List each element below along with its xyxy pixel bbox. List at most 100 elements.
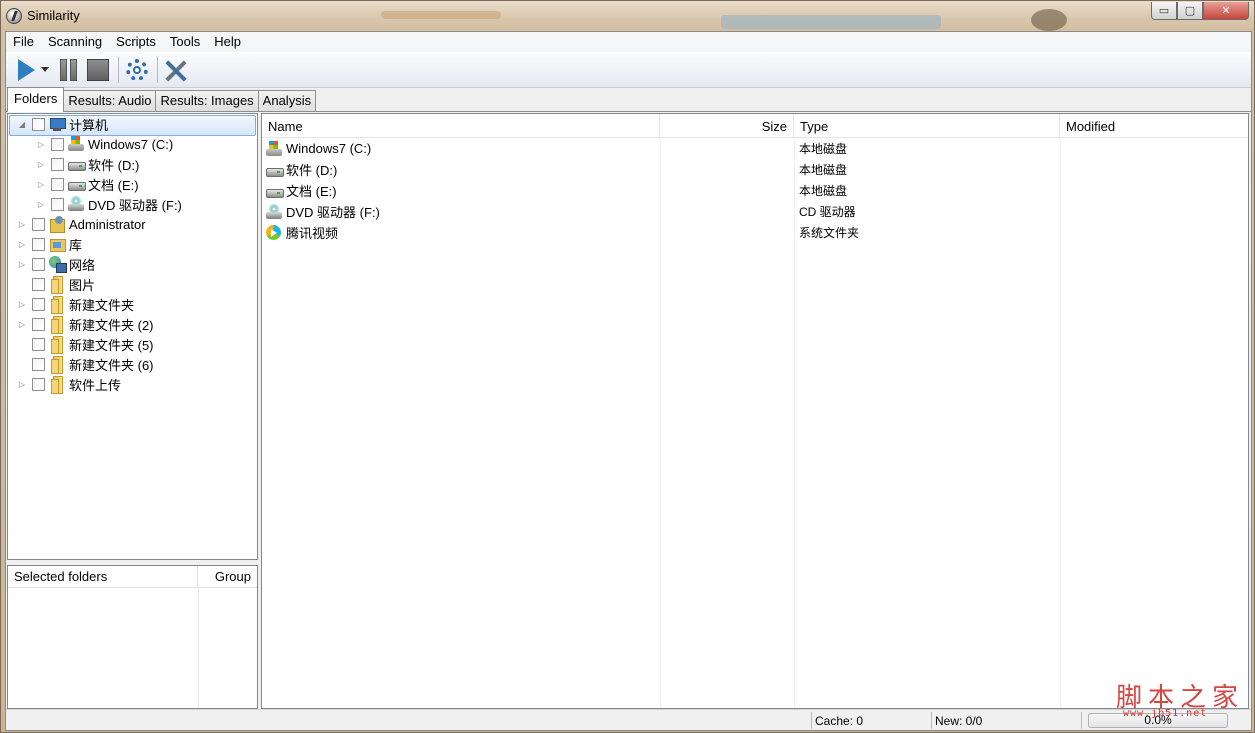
menu-help[interactable]: Help — [207, 32, 248, 52]
stop-icon — [87, 58, 109, 81]
tree-item-label: 计算机 — [69, 117, 109, 133]
list-item-name: 软件 (D:) — [286, 163, 338, 178]
column-header-group[interactable]: Group — [198, 566, 257, 587]
expand-arrow-icon[interactable]: ▷ — [36, 194, 46, 214]
toolbar — [6, 52, 1251, 88]
tree-item[interactable]: ◢ 计算机 — [8, 114, 257, 136]
tree-item[interactable]: ▷ 网络 — [8, 254, 257, 274]
list-item-name-cell: 腾讯视频 — [262, 223, 660, 242]
menu-scanning[interactable]: Scanning — [41, 32, 109, 52]
expand-arrow-icon[interactable]: ▷ — [17, 314, 27, 334]
drive-icon — [68, 156, 86, 172]
menu-tools[interactable]: Tools — [163, 32, 207, 52]
tree-item[interactable]: ▷ 软件上传 — [8, 374, 257, 394]
progress-text: 0.0% — [1144, 713, 1172, 727]
settings-button[interactable] — [123, 55, 151, 85]
minimize-button[interactable]: ▭ — [1151, 2, 1177, 20]
list-item[interactable]: DVD 驱动器 (F:) CD 驱动器 — [262, 201, 1248, 222]
dropdown-icon — [41, 67, 49, 72]
start-scan-button[interactable] — [12, 55, 40, 85]
list-item[interactable]: 腾讯视频 系统文件夹 — [262, 222, 1248, 243]
window-controls: ▭ ▢ ✕ — [1151, 2, 1249, 20]
windows-drive-icon — [266, 140, 282, 157]
list-item-type: 系统文件夹 — [799, 226, 860, 240]
tree-item[interactable]: ▷ 新建文件夹 — [8, 294, 257, 314]
list-item[interactable]: 文档 (E:) 本地磁盘 — [262, 180, 1248, 201]
windows-drive-icon — [68, 136, 84, 152]
tree-item-checkbox[interactable] — [32, 377, 45, 391]
tree-item[interactable]: ▷ DVD 驱动器 (F:) — [8, 194, 257, 214]
expand-arrow-icon[interactable]: ▷ — [36, 154, 46, 174]
tree-item[interactable]: ▷ 文档 (E:) — [8, 174, 257, 194]
tree-item-checkbox[interactable] — [32, 217, 45, 231]
tree-item-checkbox[interactable] — [51, 177, 64, 191]
expand-arrow-icon[interactable]: ▷ — [17, 294, 27, 314]
expand-arrow-icon[interactable]: ▷ — [17, 254, 27, 274]
tree-item[interactable]: ▷ Windows7 (C:) — [8, 134, 257, 154]
title-bar[interactable]: Similarity ▭ ▢ ✕ — [1, 1, 1254, 31]
tree-item-checkbox[interactable] — [51, 157, 64, 171]
tree-item-checkbox[interactable] — [32, 357, 45, 371]
expand-arrow-icon[interactable]: ▷ — [17, 234, 27, 254]
column-header-size[interactable]: Size — [660, 114, 794, 138]
column-header-type[interactable]: Type — [794, 114, 1060, 138]
expand-arrow-icon[interactable]: ▷ — [36, 174, 46, 194]
tree-item[interactable]: 新建文件夹 (6) — [8, 354, 257, 374]
maximize-button[interactable]: ▢ — [1177, 2, 1203, 20]
tree-item-checkbox[interactable] — [32, 317, 45, 331]
list-item[interactable]: Windows7 (C:) 本地磁盘 — [262, 138, 1248, 159]
tree-item-checkbox[interactable] — [32, 277, 45, 291]
folder-tree[interactable]: ◢ 计算机 ▷ Windows7 (C:) ▷ 软件 (D:) ▷ 文档 (E:) ▷ DVD 驱… — [7, 113, 258, 560]
drive-icon — [68, 176, 86, 192]
tools-button[interactable] — [162, 55, 190, 85]
pause-button[interactable] — [54, 55, 82, 85]
tree-item-checkbox[interactable] — [51, 197, 64, 211]
tree-item[interactable]: 图片 — [8, 274, 257, 294]
file-list[interactable]: Name Size Type Modified Windows7 (C:) 本地磁… — [261, 113, 1249, 709]
expand-arrow-icon[interactable]: ▷ — [17, 374, 27, 394]
tree-item[interactable]: 新建文件夹 (5) — [8, 334, 257, 354]
folder-icon — [49, 336, 65, 354]
tree-item-label: 软件 (D:) — [88, 157, 140, 173]
tree-item-checkbox[interactable] — [32, 117, 45, 131]
expand-arrow-icon[interactable]: ◢ — [17, 114, 27, 134]
status-separator — [1081, 712, 1082, 729]
stop-button[interactable] — [84, 55, 112, 85]
menu-bar: File Scanning Scripts Tools Help — [6, 32, 1251, 52]
menu-file[interactable]: File — [6, 32, 41, 52]
expand-arrow-icon[interactable]: ▷ — [17, 214, 27, 234]
tab-analysis[interactable]: Analysis — [257, 90, 317, 112]
tree-item-label: 文档 (E:) — [88, 177, 139, 193]
tree-item-checkbox[interactable] — [51, 137, 64, 151]
tab-folders[interactable]: Folders — [7, 87, 65, 112]
list-item[interactable]: 软件 (D:) 本地磁盘 — [262, 159, 1248, 180]
tree-item[interactable]: ▷ 库 — [8, 234, 257, 254]
column-header-modified[interactable]: Modified — [1060, 114, 1248, 138]
drive-icon — [266, 162, 284, 178]
tree-item-checkbox[interactable] — [32, 257, 45, 271]
scan-options-dropdown[interactable] — [38, 55, 52, 85]
tree-item-checkbox[interactable] — [32, 337, 45, 351]
tab-results-audio[interactable]: Results: Audio — [63, 90, 157, 112]
close-button[interactable]: ✕ — [1203, 2, 1249, 20]
tree-item-checkbox[interactable] — [32, 297, 45, 311]
list-item-name: DVD 驱动器 (F:) — [286, 205, 380, 220]
selected-folders-list[interactable]: Selected folders Group — [7, 565, 258, 709]
dvd-drive-icon — [266, 203, 282, 220]
list-item-name: 腾讯视频 — [286, 226, 339, 241]
column-header-selected-folders[interactable]: Selected folders — [8, 566, 198, 587]
tree-item[interactable]: ▷ Administrator — [8, 214, 257, 234]
tree-item-checkbox[interactable] — [32, 237, 45, 251]
dvd-drive-icon — [68, 196, 84, 212]
network-icon — [49, 256, 67, 273]
expand-arrow-icon[interactable]: ▷ — [36, 134, 46, 154]
tab-results-images[interactable]: Results: Images — [155, 90, 259, 112]
new-status: New: 0/0 — [935, 714, 983, 728]
menu-scripts[interactable]: Scripts — [109, 32, 163, 52]
column-header-name[interactable]: Name — [262, 114, 660, 138]
tab-strip: Folders Results: Audio Results: Images A… — [7, 87, 317, 112]
cache-status: Cache: 0 — [815, 714, 864, 728]
tree-item[interactable]: ▷ 软件 (D:) — [8, 154, 257, 174]
tree-item[interactable]: ▷ 新建文件夹 (2) — [8, 314, 257, 334]
file-list-body: Windows7 (C:) 本地磁盘 软件 (D:) 本地磁盘 文档 (E:) 本地磁盘 D… — [262, 138, 1248, 708]
